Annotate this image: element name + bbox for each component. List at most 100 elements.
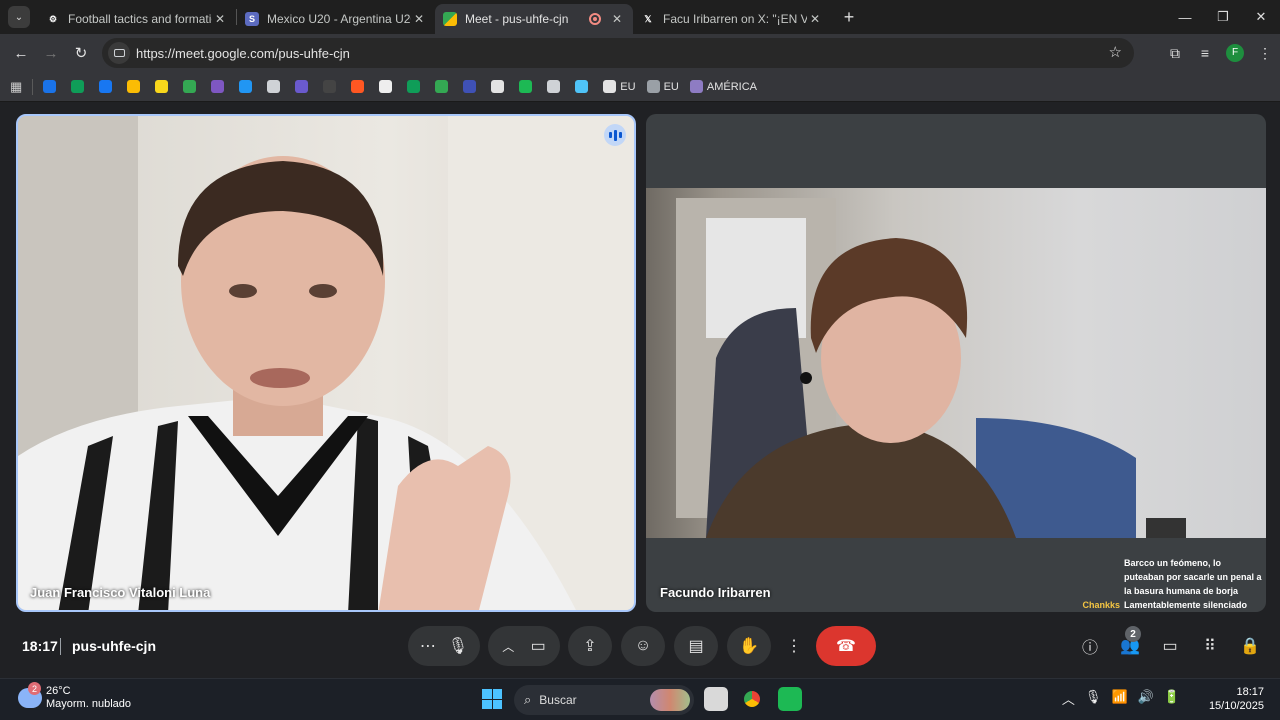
- toolbar-actions: ⧉ ≡ F ⋮: [1160, 34, 1280, 72]
- url-text[interactable]: https://meet.google.com/pus-uhfe-cjn: [136, 46, 350, 61]
- bookmark-item[interactable]: [267, 80, 284, 93]
- close-icon[interactable]: ✕: [609, 12, 625, 26]
- windows-start-icon[interactable]: [482, 689, 502, 709]
- extensions-icon[interactable]: ⧉: [1160, 45, 1190, 62]
- apps-grid-icon[interactable]: ▦: [10, 79, 22, 95]
- close-window-icon[interactable]: ✕: [1242, 0, 1280, 34]
- chat-icon: ▭: [1162, 638, 1178, 655]
- bookmark-item[interactable]: [547, 80, 564, 93]
- activities-button[interactable]: ⠿: [1196, 632, 1224, 660]
- meeting-info-button[interactable]: ⓘ: [1076, 632, 1104, 660]
- bookmark-item[interactable]: [99, 80, 116, 93]
- tab-meet[interactable]: Meet - pus-uhfe-cjn ✕: [435, 4, 633, 34]
- hand-icon: ✋: [739, 638, 759, 655]
- tab-strip: ⌄ ⚙ Football tactics and formations ✕ S …: [0, 0, 1280, 34]
- camera-control: ︿ ▭: [488, 626, 560, 666]
- bookmark-favicon-icon: [575, 80, 589, 93]
- weather-widget[interactable]: 2 26°C Mayorm. nublado: [18, 682, 131, 711]
- taskbar-time: 18:17: [1236, 686, 1264, 698]
- emoji-icon: ☺: [634, 637, 652, 654]
- close-icon[interactable]: ✕: [807, 12, 823, 26]
- bookmark-item[interactable]: [323, 80, 340, 93]
- taskbar-clock[interactable]: 18:17 15/10/2025: [1209, 685, 1264, 713]
- bookmark-item[interactable]: [43, 80, 60, 93]
- address-bar[interactable]: https://meet.google.com/pus-uhfe-cjn ☆: [102, 38, 1134, 68]
- chat-text: Lamentablemente silenciado: [1124, 600, 1248, 610]
- bookmark-separator: [32, 78, 34, 95]
- bookmark-item[interactable]: [155, 80, 172, 93]
- tab-mexico-argentina[interactable]: S Mexico U20 - Argentina U20 en ✕: [237, 4, 435, 34]
- participant-name: Juan Francisco Vitaloni Luna: [30, 585, 211, 600]
- bookmark-item[interactable]: [239, 80, 256, 93]
- minimize-icon[interactable]: —: [1166, 0, 1204, 34]
- reload-icon[interactable]: ↻: [66, 44, 96, 62]
- taskbar-search[interactable]: ⌕ Buscar: [514, 685, 694, 715]
- raise-hand-button[interactable]: ✋: [727, 626, 771, 666]
- battery-icon[interactable]: 🔋: [1164, 689, 1180, 708]
- bookmark-item[interactable]: [463, 80, 480, 93]
- participant-tile-juan[interactable]: Juan Francisco Vitaloni Luna: [16, 114, 636, 612]
- bookmark-item[interactable]: [211, 80, 228, 93]
- bookmark-item[interactable]: [71, 80, 88, 93]
- tab-football-tactics[interactable]: ⚙ Football tactics and formations ✕: [38, 4, 236, 34]
- people-button[interactable]: 👥 2: [1116, 626, 1144, 660]
- bookmark-item[interactable]: [351, 80, 368, 93]
- info-icon: ⓘ: [1081, 640, 1098, 657]
- emoji-button[interactable]: ☺: [621, 626, 665, 666]
- bookmark-item[interactable]: [575, 80, 592, 93]
- hang-up-icon: ☎: [836, 638, 856, 655]
- chrome-icon[interactable]: [740, 687, 764, 711]
- captions-button[interactable]: ▤: [674, 626, 718, 666]
- chevron-up-icon[interactable]: ︿: [502, 638, 514, 655]
- file-explorer-icon[interactable]: [704, 687, 728, 711]
- browser-toolbar: ← → ↻ https://meet.google.com/pus-uhfe-c…: [0, 34, 1280, 72]
- new-tab-button[interactable]: +: [835, 7, 863, 28]
- search-icon: ⌕: [524, 692, 532, 707]
- volume-icon[interactable]: 🔊: [1138, 689, 1154, 708]
- wifi-icon[interactable]: 📶: [1111, 689, 1127, 708]
- maximize-icon[interactable]: ❐: [1204, 0, 1242, 34]
- camera-icon[interactable]: ▭: [531, 636, 546, 656]
- more-options-icon[interactable]: ⋯: [420, 636, 436, 656]
- bookmark-item[interactable]: EU: [603, 80, 636, 93]
- app-icon[interactable]: [778, 687, 802, 711]
- back-icon[interactable]: ←: [6, 45, 36, 62]
- weather-text: 26°C Mayorm. nublado: [46, 685, 131, 711]
- leave-call-button[interactable]: ☎: [816, 626, 876, 666]
- chat-message: Barcco un feómeno, lo puteaban por sacar…: [1062, 556, 1262, 598]
- bookmark-item[interactable]: [491, 80, 508, 93]
- tab-x-post[interactable]: 𝕏 Facu Iribarren on X: "¡EN VIVO ✕: [633, 4, 831, 34]
- forward-icon[interactable]: →: [36, 45, 66, 62]
- bookmark-favicon-icon: [646, 80, 660, 93]
- tab-title: Football tactics and formations: [68, 12, 212, 26]
- close-icon[interactable]: ✕: [212, 12, 228, 26]
- weather-temp: 26°C: [46, 685, 71, 697]
- bookmark-item[interactable]: [127, 80, 144, 93]
- bookmark-item[interactable]: AMÉRICA: [689, 80, 757, 93]
- chat-button[interactable]: ▭: [1156, 632, 1184, 660]
- bookmark-favicon-icon: [603, 80, 617, 93]
- tab-search-button[interactable]: ⌄: [8, 6, 30, 28]
- media-control-icon[interactable]: ≡: [1190, 45, 1220, 61]
- star-icon[interactable]: ☆: [1109, 43, 1122, 61]
- microphone-icon[interactable]: 🎙: [1085, 689, 1102, 708]
- bookmark-item[interactable]: [407, 80, 424, 93]
- site-info-icon[interactable]: [108, 42, 130, 64]
- bookmark-item[interactable]: EU: [646, 80, 679, 93]
- mic-icon[interactable]: 🎙: [448, 636, 468, 656]
- close-icon[interactable]: ✕: [411, 12, 427, 26]
- participant-tile-facundo[interactable]: Facundo Iribarren Barcco un feómeno, lo …: [646, 114, 1266, 612]
- chat-text: Barcco un feómeno, lo puteaban por sacar…: [1124, 558, 1262, 596]
- menu-icon[interactable]: ⋮: [1250, 45, 1280, 62]
- bookmark-item[interactable]: [519, 80, 536, 93]
- bookmark-item[interactable]: [183, 80, 200, 93]
- host-controls-button[interactable]: 🔒: [1236, 632, 1264, 660]
- system-tray: ︿ 🎙 📶 🔊 🔋: [1062, 689, 1180, 708]
- chevron-up-icon[interactable]: ︿: [1062, 689, 1075, 708]
- present-button[interactable]: ⇪: [568, 626, 612, 666]
- profile-avatar[interactable]: F: [1226, 44, 1244, 62]
- bookmark-item[interactable]: [379, 80, 396, 93]
- bookmark-item[interactable]: [295, 80, 312, 93]
- more-options-button[interactable]: ⋮: [780, 626, 808, 666]
- bookmark-item[interactable]: [435, 80, 452, 93]
